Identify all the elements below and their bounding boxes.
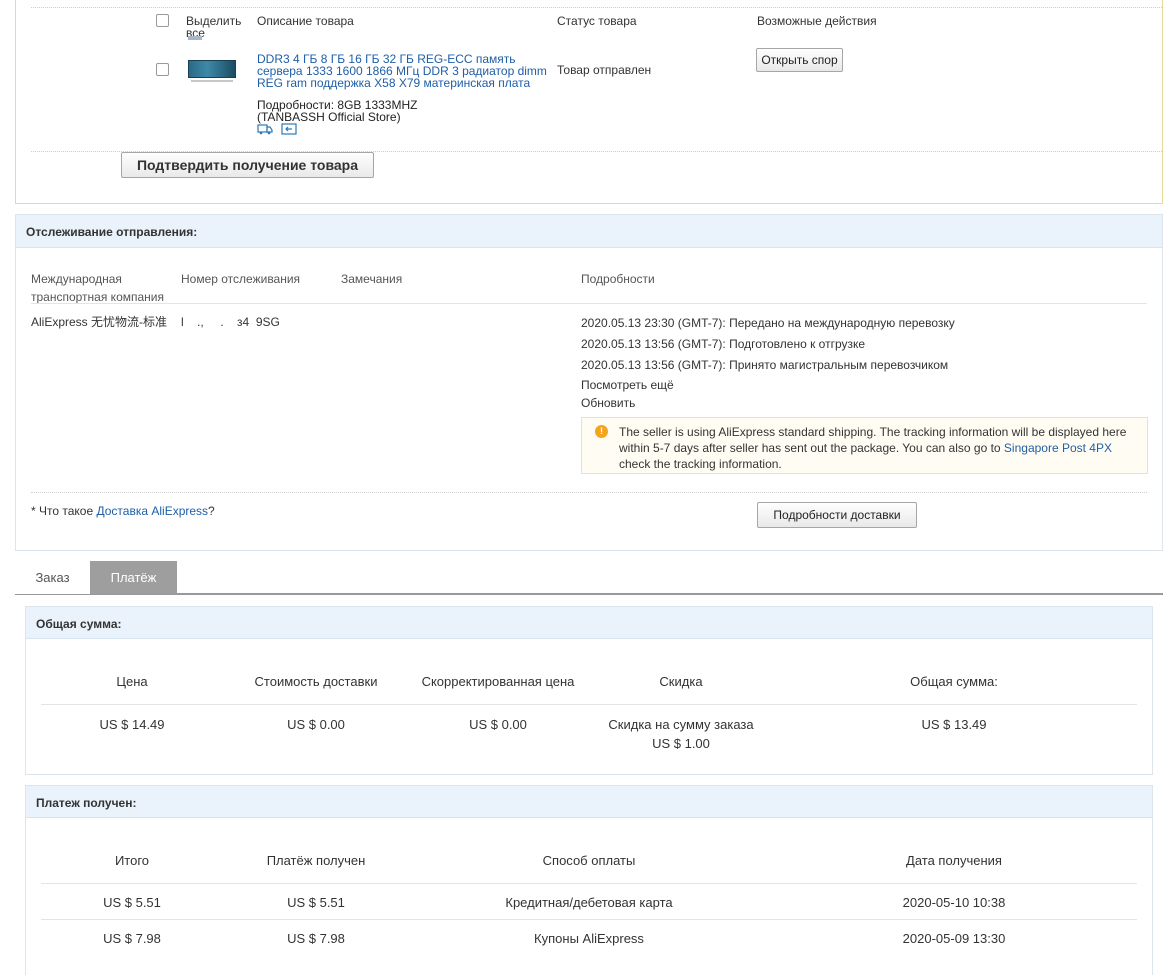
column-header-status: Статус товара — [557, 14, 637, 28]
item-status: Товар отправлен — [557, 63, 652, 77]
column-header-shipping-cost: Стоимость доставки — [254, 674, 378, 689]
tracking-event: 2020.05.13 13:56 (GMT-7): Принято магист… — [581, 358, 949, 372]
column-header-payment-method: Способ оплаты — [542, 853, 636, 868]
singapore-post-link[interactable]: Singapore Post 4PX — [1004, 441, 1112, 455]
shipping-notice-text: The seller is using AliExpress standard … — [619, 425, 1127, 471]
payment-received-title: Платеж получен: — [26, 786, 1152, 818]
order-items-panel: Выделить все Описание товара Статус това… — [15, 0, 1163, 204]
column-header-price: Цена — [116, 674, 148, 689]
column-header-actions: Возможные действия — [757, 14, 877, 28]
payment-row-received: US $ 5.51 — [287, 895, 345, 910]
column-header-notes: Замечания — [341, 272, 403, 286]
tracking-number: l ., . з4 9SG — [181, 315, 280, 329]
return-icon[interactable] — [281, 123, 297, 138]
tab-order[interactable]: Заказ — [15, 561, 90, 594]
payment-received-panel: Платеж получен: Итого Платёж получен Спо… — [25, 785, 1153, 975]
divider — [41, 919, 1137, 920]
order-tabs: Заказ Платёж — [15, 561, 1163, 595]
carrier-name: AliExpress 无忧物流-标准 — [31, 315, 168, 329]
column-header-tracking-number: Номер отслеживания — [181, 272, 301, 286]
product-thumbnail-caption — [191, 80, 233, 82]
aliexpress-shipping-link[interactable]: Доставка AliExpress — [96, 504, 208, 518]
divider — [41, 883, 1137, 884]
column-header-description: Описание товара — [257, 14, 354, 28]
payment-row-sum: US $ 7.98 — [103, 931, 161, 946]
select-all-checkbox[interactable] — [156, 14, 169, 27]
tab-payment[interactable]: Платёж — [90, 561, 177, 594]
refresh-link[interactable]: Обновить — [581, 396, 635, 410]
payment-row-sum: US $ 5.51 — [103, 895, 161, 910]
shipping-cost-value: US $ 0.00 — [287, 717, 345, 732]
total-summary-panel: Общая сумма: Цена Стоимость доставки Ско… — [25, 606, 1153, 775]
select-all-thumbnail — [188, 36, 202, 40]
shipping-notice: ! The seller is using AliExpress standar… — [581, 417, 1148, 474]
tracking-panel: Отслеживание отправления: Международная … — [15, 214, 1163, 551]
truck-icon[interactable] — [257, 123, 273, 138]
discount-label: Скидка на сумму заказа — [608, 717, 754, 732]
payment-row-date: 2020-05-09 13:30 — [902, 931, 1006, 946]
discount-value: US $ 1.00 — [652, 736, 710, 751]
column-header-details: Подробности — [581, 272, 655, 286]
payment-row-method: Кредитная/дебетовая карта — [505, 895, 673, 910]
divider — [31, 492, 1147, 493]
total-value: US $ 13.49 — [921, 717, 987, 732]
column-header-total: Общая сумма: — [910, 674, 998, 689]
product-title-link[interactable]: DDR3 4 ГБ 8 ГБ 16 ГБ 32 ГБ REG-ECC памят… — [257, 53, 552, 89]
total-summary-title: Общая сумма: — [26, 607, 1152, 639]
open-dispute-button[interactable]: Открыть спор — [756, 48, 843, 72]
price-value: US $ 14.49 — [99, 717, 165, 732]
tracking-panel-title: Отслеживание отправления: — [16, 215, 1162, 248]
column-header-payment-received: Платёж получен — [266, 853, 366, 868]
payment-row-method: Купоны AliExpress — [534, 931, 644, 946]
column-header-received-date: Дата получения — [906, 853, 1002, 868]
divider — [31, 7, 1162, 8]
tracking-event: 2020.05.13 13:56 (GMT-7): Подготовлено к… — [581, 337, 866, 351]
tracking-event: 2020.05.13 23:30 (GMT-7): Передано на ме… — [581, 316, 955, 330]
aliexpress-shipping-footnote: * Что такое Доставка AliExpress? — [31, 504, 215, 518]
divider — [41, 704, 1137, 705]
payment-row-received: US $ 7.98 — [287, 931, 345, 946]
column-header-carrier: Международная транспортная компания — [31, 272, 164, 304]
product-thumbnail[interactable] — [188, 60, 236, 78]
adjusted-price-value: US $ 0.00 — [469, 717, 527, 732]
delivery-details-button[interactable]: Подробности доставки — [757, 502, 917, 528]
store-name: (TANBASSH Official Store) — [257, 110, 401, 124]
payment-row-date: 2020-05-10 10:38 — [902, 895, 1006, 910]
item-checkbox[interactable] — [156, 63, 169, 76]
column-header-sum: Итого — [114, 853, 150, 868]
lightbulb-icon: ! — [595, 425, 608, 438]
confirm-receipt-button[interactable]: Подтвердить получение товара — [121, 152, 374, 178]
column-header-discount: Скидка — [659, 674, 703, 689]
column-header-adjusted-price: Скорректированная цена — [421, 674, 575, 689]
see-more-link[interactable]: Посмотреть ещё — [581, 378, 674, 392]
divider — [31, 303, 1147, 304]
